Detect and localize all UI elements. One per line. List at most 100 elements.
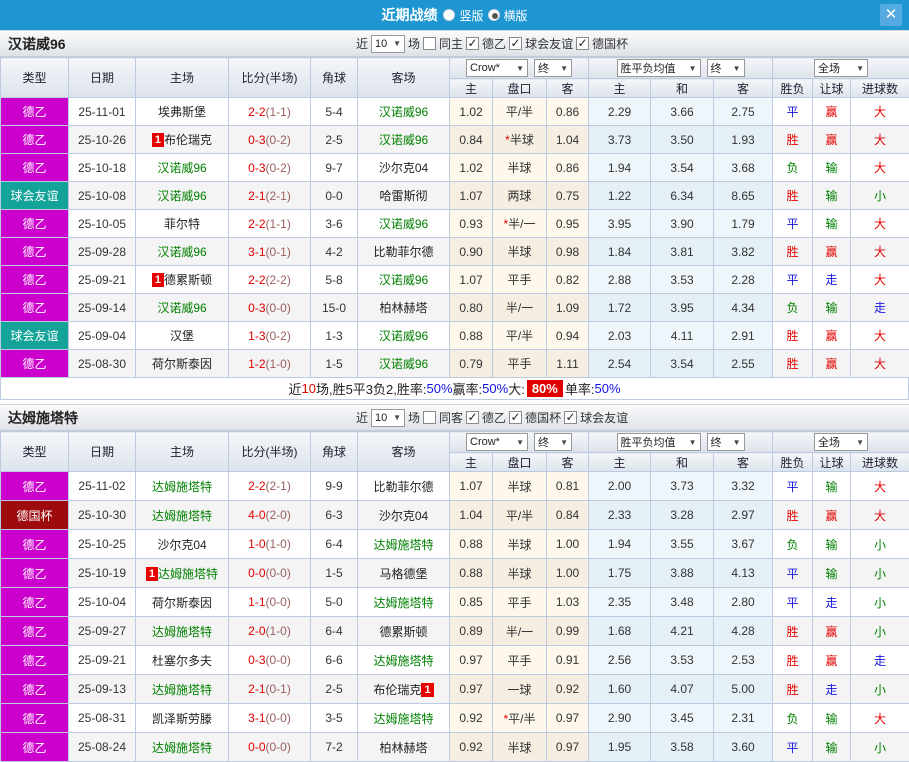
away-team-cell: 沙尔克04 <box>358 154 450 182</box>
close-button[interactable]: ✕ <box>880 4 902 26</box>
home-team-name[interactable]: 达姆施塔特 <box>152 480 212 494</box>
away-team-name[interactable]: 布伦瑞克 <box>373 683 421 697</box>
asia-home-odds: 0.84 <box>450 126 493 154</box>
avg-odds-select[interactable]: 胜平负均值▼ <box>617 59 701 77</box>
avg-odds-select[interactable]: 胜平负均值▼ <box>617 433 701 451</box>
checkbox-德国杯[interactable]: ✓ <box>576 37 589 50</box>
date-cell: 25-11-01 <box>69 98 136 126</box>
eu-away-odds: 4.28 <box>714 617 773 646</box>
home-team-cell: 1布伦瑞克 <box>136 126 229 154</box>
handicap-cell: *半/一 <box>493 210 547 238</box>
home-team-name[interactable]: 达姆施塔特 <box>152 741 212 755</box>
home-team-name[interactable]: 达姆施塔特 <box>158 567 218 581</box>
away-team-name[interactable]: 比勒菲尔德 <box>373 480 433 494</box>
home-team-name[interactable]: 达姆施塔特 <box>152 509 212 523</box>
checkbox-同主[interactable] <box>423 37 436 50</box>
away-team-name[interactable]: 马格德堡 <box>379 567 427 581</box>
checkbox-德乙[interactable]: ✓ <box>466 37 479 50</box>
eu-draw-odds: 3.66 <box>651 98 714 126</box>
home-team-name[interactable]: 杜塞尔多夫 <box>152 654 212 668</box>
match-row: 德乙25-08-30荷尔斯泰因1-2(1-0)1-5汉诺威960.79平手1.1… <box>1 350 909 378</box>
home-team-name[interactable]: 菲尔特 <box>164 217 200 231</box>
eu-odds-header: 胜平负均值▼ 终▼ <box>589 58 773 79</box>
home-team-cell: 达姆施塔特 <box>136 675 229 704</box>
halftime-score: (2-1) <box>266 189 291 203</box>
away-team-name[interactable]: 哈雷斯彻 <box>379 189 427 203</box>
home-team-name[interactable]: 德累斯顿 <box>164 273 212 287</box>
away-team-name[interactable]: 柏林赫塔 <box>379 741 427 755</box>
checkbox-德国杯[interactable]: ✓ <box>509 411 522 424</box>
home-team-cell: 汉堡 <box>136 322 229 350</box>
home-team-name[interactable]: 汉堡 <box>170 329 194 343</box>
odds-company-select[interactable]: Crow*▼ <box>466 433 528 451</box>
odds-time-select[interactable]: 终▼ <box>534 433 572 451</box>
away-team-name[interactable]: 沙尔克04 <box>379 161 428 175</box>
vertical-layout-label[interactable]: 竖版 <box>459 7 483 24</box>
eu-home-odds: 1.68 <box>589 617 651 646</box>
home-team-name[interactable]: 达姆施塔特 <box>152 625 212 639</box>
result-cell: 胜 <box>773 322 813 350</box>
away-team-name[interactable]: 达姆施塔特 <box>373 654 433 668</box>
home-team-name[interactable]: 荷尔斯泰因 <box>152 357 212 371</box>
away-team-name[interactable]: 达姆施塔特 <box>373 712 433 726</box>
home-team-name[interactable]: 汉诺威96 <box>157 189 206 203</box>
fulltime-score: 0-3 <box>248 133 265 147</box>
date-cell: 25-10-05 <box>69 210 136 238</box>
away-team-name[interactable]: 汉诺威96 <box>379 273 428 287</box>
home-team-name[interactable]: 凯泽斯劳滕 <box>152 712 212 726</box>
avg-time-select[interactable]: 终▼ <box>707 433 745 451</box>
goals-result-cell: 大 <box>851 322 909 350</box>
handicap-cell: 半球 <box>493 559 547 588</box>
fulltime-score: 2-2 <box>248 273 265 287</box>
checkbox-同客[interactable] <box>423 411 436 424</box>
away-team-name[interactable]: 汉诺威96 <box>379 217 428 231</box>
asia-home-odds: 1.02 <box>450 154 493 182</box>
eu-home-odds: 3.73 <box>589 126 651 154</box>
scope-select[interactable]: 全场▼ <box>814 433 868 451</box>
checkbox-德乙[interactable]: ✓ <box>466 411 479 424</box>
home-team-name[interactable]: 布伦瑞克 <box>164 133 212 147</box>
match-count-select[interactable]: 10▼ <box>371 35 405 53</box>
away-team-name[interactable]: 比勒菲尔德 <box>373 245 433 259</box>
match-count-select[interactable]: 10▼ <box>371 409 405 427</box>
away-team-name[interactable]: 德累斯顿 <box>379 625 427 639</box>
home-team-name[interactable]: 荷尔斯泰因 <box>152 596 212 610</box>
home-team-name[interactable]: 汉诺威96 <box>157 301 206 315</box>
horizontal-layout-radio[interactable] <box>488 9 500 21</box>
score-cell: 0-3(0-2) <box>229 154 311 182</box>
odds-time-select[interactable]: 终▼ <box>534 59 572 77</box>
away-team-name[interactable]: 汉诺威96 <box>379 133 428 147</box>
chevron-down-icon: ▼ <box>560 64 568 73</box>
avg-time-select-value: 终 <box>711 60 722 76</box>
fulltime-score: 0-3 <box>248 161 265 175</box>
sub-column-header: 主 <box>589 79 651 98</box>
away-team-name[interactable]: 汉诺威96 <box>379 105 428 119</box>
eu-away-odds: 3.67 <box>714 530 773 559</box>
home-team-name[interactable]: 汉诺威96 <box>157 161 206 175</box>
column-header: 角球 <box>311 58 358 98</box>
home-team-name[interactable]: 沙尔克04 <box>157 538 206 552</box>
away-team-name[interactable]: 达姆施塔特 <box>373 596 433 610</box>
sub-column-header: 和 <box>651 79 714 98</box>
team-name: 达姆施塔特 <box>8 408 78 428</box>
scope-select[interactable]: 全场▼ <box>814 59 868 77</box>
match-type-cell: 德乙 <box>1 617 69 646</box>
away-team-name[interactable]: 达姆施塔特 <box>373 538 433 552</box>
away-team-name[interactable]: 汉诺威96 <box>379 329 428 343</box>
checkbox-球会友谊[interactable]: ✓ <box>564 411 577 424</box>
away-team-name[interactable]: 汉诺威96 <box>379 357 428 371</box>
avg-time-select[interactable]: 终▼ <box>707 59 745 77</box>
away-team-cell: 达姆施塔特 <box>358 646 450 675</box>
home-team-name[interactable]: 汉诺威96 <box>157 245 206 259</box>
horizontal-layout-label[interactable]: 横版 <box>504 7 528 24</box>
away-team-name[interactable]: 柏林赫塔 <box>379 301 427 315</box>
home-team-name[interactable]: 埃弗斯堡 <box>158 105 206 119</box>
odds-company-select[interactable]: Crow*▼ <box>466 59 528 77</box>
vertical-layout-radio[interactable] <box>443 9 455 21</box>
away-team-name[interactable]: 沙尔克04 <box>379 509 428 523</box>
date-cell: 25-10-25 <box>69 530 136 559</box>
eu-away-odds: 1.79 <box>714 210 773 238</box>
checkbox-球会友谊[interactable]: ✓ <box>509 37 522 50</box>
score-cell: 4-0(2-0) <box>229 501 311 530</box>
home-team-name[interactable]: 达姆施塔特 <box>152 683 212 697</box>
